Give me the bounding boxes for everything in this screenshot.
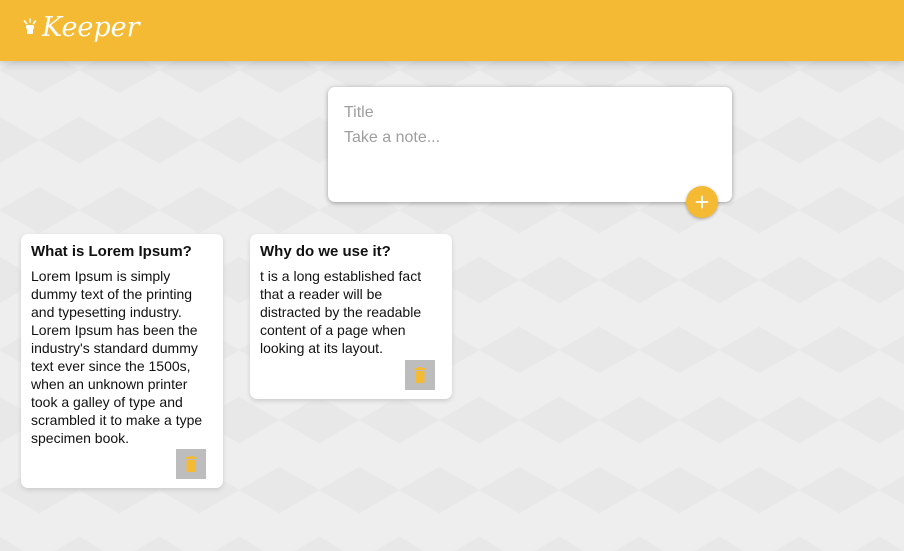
delete-note-button[interactable]: [176, 449, 206, 479]
note-title-input[interactable]: [344, 103, 714, 123]
add-note-button[interactable]: [686, 186, 718, 218]
delete-note-button[interactable]: [405, 360, 435, 390]
note-content-input[interactable]: [344, 128, 714, 188]
lightbulb-icon: [22, 17, 38, 39]
create-note-form: [328, 87, 732, 202]
note-title: What is Lorem Ipsum?: [31, 243, 192, 260]
app-header: Keeper: [0, 0, 904, 61]
note-content: t is a long established fact that a read…: [260, 268, 425, 356]
app-title: Keeper: [42, 12, 140, 43]
plus-icon: [695, 195, 709, 209]
trash-icon: [185, 456, 197, 472]
trash-icon: [414, 367, 426, 383]
note-card: What is Lorem Ipsum? Lorem Ipsum is simp…: [21, 234, 223, 488]
app-logo: Keeper: [22, 12, 140, 44]
note-title: Why do we use it?: [260, 243, 391, 260]
note-content: Lorem Ipsum is simply dummy text of the …: [31, 268, 207, 446]
note-card: Why do we use it? t is a long establishe…: [250, 234, 452, 399]
